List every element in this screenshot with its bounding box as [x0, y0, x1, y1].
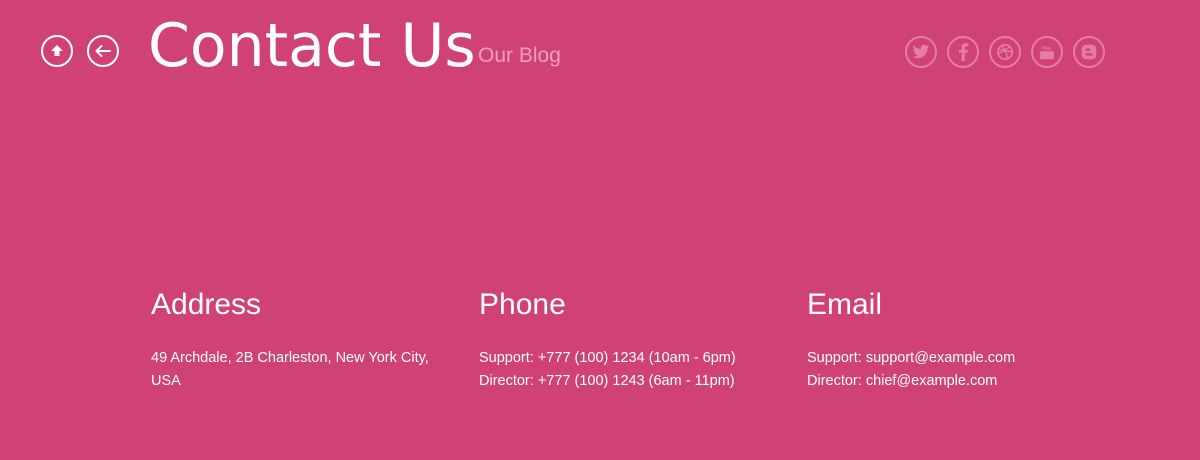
social-links: You [905, 36, 1105, 68]
phone-support: Support: +777 (100) 1234 (10am - 6pm) [479, 350, 736, 366]
our-blog-link[interactable]: Our Blog [478, 44, 561, 68]
address-text: 49 Archdale, 2B Charleston, New York Cit… [151, 350, 429, 389]
blogger-icon [1081, 44, 1097, 60]
back-arrow-icon [94, 44, 112, 58]
phone-director: Director: +777 (100) 1243 (6am - 11pm) [479, 373, 735, 389]
home-up-arrow-icon [49, 43, 65, 59]
email-director: Director: chief@example.com [807, 373, 998, 389]
email-support: Support: support@example.com [807, 350, 1016, 366]
phone-section: Phone Support: +777 (100) 1234 (10am - 6… [479, 285, 789, 393]
dribbble-icon [996, 43, 1014, 61]
email-heading: Email [807, 288, 883, 321]
phone-heading: Phone [479, 288, 566, 321]
address-heading: Address [151, 288, 262, 321]
twitter-link[interactable] [905, 36, 937, 68]
back-button[interactable] [87, 35, 119, 67]
facebook-link[interactable] [947, 36, 979, 68]
blogger-link[interactable] [1073, 36, 1105, 68]
page-title: Contact Us [148, 11, 476, 81]
facebook-icon [957, 43, 969, 61]
twitter-icon [912, 44, 930, 60]
youtube-link[interactable]: You [1031, 36, 1063, 68]
email-section: Email Support: support@example.com Direc… [807, 285, 1117, 393]
dribbble-link[interactable] [989, 36, 1021, 68]
home-button[interactable] [41, 35, 73, 67]
svg-text:You: You [1042, 46, 1052, 52]
address-section: Address 49 Archdale, 2B Charleston, New … [151, 285, 451, 393]
youtube-icon: You [1038, 43, 1056, 61]
